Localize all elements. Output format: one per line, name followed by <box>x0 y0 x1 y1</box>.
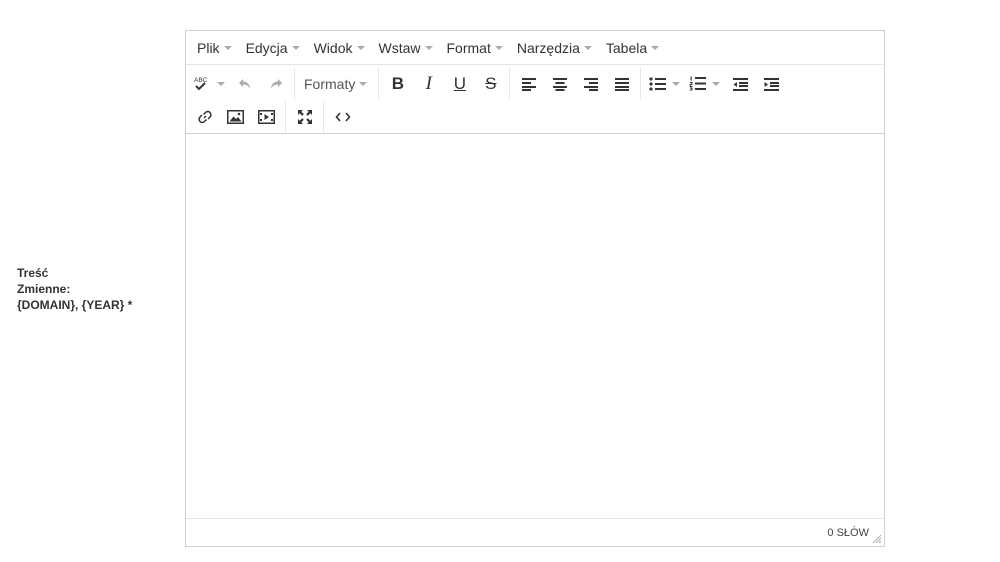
resize-handle-icon[interactable] <box>872 534 882 544</box>
link-icon <box>197 110 212 123</box>
chevron-down-icon <box>583 45 592 50</box>
menu-view[interactable]: Widok <box>307 40 372 56</box>
align-justify-button[interactable] <box>606 69 637 98</box>
field-label-title: Treść <box>17 266 49 280</box>
toolbar-group-history: ABC <box>186 68 294 99</box>
indent-icon <box>763 77 779 91</box>
bullet-list-button[interactable] <box>644 69 684 98</box>
chevron-down-icon <box>651 45 660 50</box>
toolbar-group-insert <box>186 101 285 132</box>
chevron-down-icon <box>424 45 433 50</box>
undo-icon <box>238 78 250 89</box>
insert-media-button[interactable] <box>251 102 282 131</box>
chevron-down-icon <box>291 45 300 50</box>
align-left-icon <box>521 77 536 91</box>
toolbar-group-alignment <box>509 68 640 99</box>
align-left-button[interactable] <box>513 69 544 98</box>
align-right-icon <box>583 77 598 91</box>
toolbar-group-view <box>285 101 323 132</box>
menu-edit-label: Edycja <box>245 39 288 56</box>
underline-icon: U <box>453 74 466 93</box>
underline-button[interactable]: U <box>444 69 475 98</box>
chevron-down-icon <box>356 45 365 50</box>
redo-icon <box>270 78 282 89</box>
insert-link-button[interactable] <box>189 102 220 131</box>
bold-button[interactable]: B <box>382 69 413 98</box>
indent-button[interactable] <box>755 69 786 98</box>
fullscreen-button[interactable] <box>289 102 320 131</box>
menu-file-label: Plik <box>197 39 220 56</box>
image-icon <box>227 109 244 124</box>
video-icon <box>258 109 275 124</box>
italic-icon: I <box>425 73 432 94</box>
source-code-button[interactable] <box>327 102 358 131</box>
toolbar-group-formats: Formaty <box>294 68 378 99</box>
chevron-down-icon <box>671 81 680 86</box>
toolbar-group-text-style: B I U S <box>378 68 509 99</box>
menu-insert[interactable]: Wstaw <box>372 40 440 56</box>
menu-table[interactable]: Tabela <box>599 40 666 56</box>
menu-table-label: Tabela <box>605 39 648 56</box>
editor-statusbar: 0 SŁÓW <box>186 518 884 546</box>
menu-insert-label: Wstaw <box>378 39 421 56</box>
align-justify-icon <box>614 77 629 91</box>
numbered-list-button[interactable] <box>684 69 724 98</box>
outdent-icon <box>732 77 748 91</box>
align-center-icon <box>552 77 567 91</box>
chevron-down-icon <box>711 81 720 86</box>
field-label: Treść Zmienne: {DOMAIN}, {YEAR} * <box>17 265 167 313</box>
spellcheck-icon: ABC <box>194 77 208 90</box>
numbered-list-icon <box>689 76 706 91</box>
menu-file[interactable]: Plik <box>190 40 239 56</box>
menu-format-label: Format <box>446 39 491 56</box>
bold-icon: B <box>391 74 404 93</box>
toolbar-row-2 <box>186 100 884 133</box>
editor-toolbar: ABC Formaty B I U S <box>186 65 884 134</box>
editor-content-area[interactable] <box>186 132 884 518</box>
word-count: 0 SŁÓW <box>827 527 869 539</box>
formats-label: Formaty <box>304 75 356 92</box>
align-center-button[interactable] <box>544 69 575 98</box>
spellcheck-button[interactable]: ABC <box>189 69 229 98</box>
toolbar-group-lists <box>640 68 789 99</box>
chevron-down-icon <box>494 45 503 50</box>
align-right-button[interactable] <box>575 69 606 98</box>
rich-text-editor: Plik Edycja Widok Wstaw Format Narzędzia… <box>185 30 885 547</box>
redo-button[interactable] <box>260 69 291 98</box>
insert-image-button[interactable] <box>220 102 251 131</box>
code-icon <box>334 111 351 122</box>
chevron-down-icon <box>223 45 232 50</box>
bullet-list-icon <box>649 76 666 91</box>
menu-edit[interactable]: Edycja <box>239 40 307 56</box>
toolbar-group-code <box>323 101 361 132</box>
outdent-button[interactable] <box>724 69 755 98</box>
chevron-down-icon <box>217 81 225 86</box>
formats-dropdown[interactable]: Formaty <box>298 69 375 98</box>
menu-tools[interactable]: Narzędzia <box>510 40 599 56</box>
menu-format[interactable]: Format <box>440 40 510 56</box>
undo-button[interactable] <box>229 69 260 98</box>
field-label-variable-list: {DOMAIN}, {YEAR} * <box>17 298 133 312</box>
field-label-variables: Zmienne: <box>17 282 71 296</box>
chevron-down-icon <box>359 81 368 86</box>
fullscreen-icon <box>297 109 312 124</box>
menu-tools-label: Narzędzia <box>516 39 580 56</box>
italic-button[interactable]: I <box>413 69 444 98</box>
menu-view-label: Widok <box>313 39 353 56</box>
toolbar-row-1: ABC Formaty B I U S <box>186 67 884 100</box>
editor-menubar: Plik Edycja Widok Wstaw Format Narzędzia… <box>186 31 884 65</box>
strikethrough-icon: S <box>485 74 497 93</box>
spellcheck-icon-text: ABC <box>194 77 208 84</box>
strikethrough-button[interactable]: S <box>475 69 506 98</box>
